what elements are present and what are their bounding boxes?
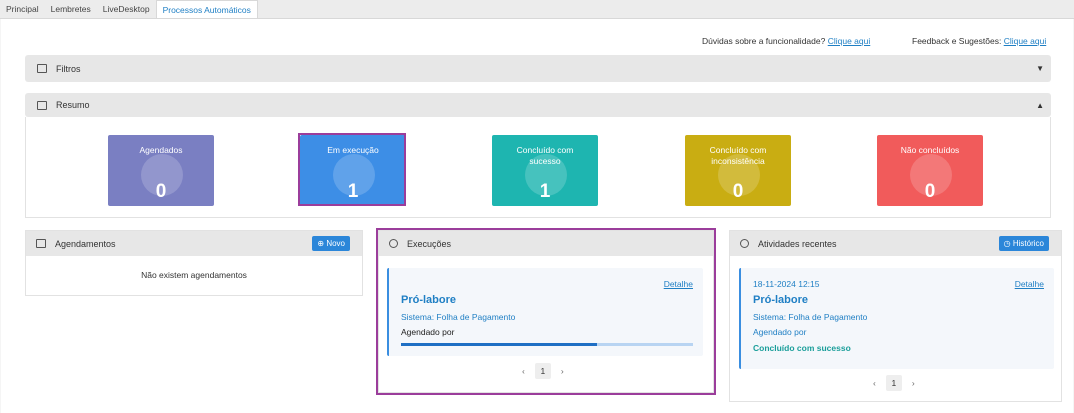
chevron-right-icon[interactable]: ›: [912, 378, 915, 388]
page-number[interactable]: 1: [885, 375, 902, 391]
stat-value: 0: [924, 181, 936, 202]
execucoes-pager: ‹ 1 ›: [522, 363, 564, 379]
filtros-title: Filtros: [56, 63, 81, 74]
feedback-link[interactable]: Clique aqui: [1004, 36, 1047, 46]
agendamentos-header: Agendamentos ⊕ Novo: [26, 231, 362, 256]
tab-processos-automaticos[interactable]: Processos Automáticos: [155, 0, 258, 18]
stat-agendados[interactable]: Agendados 0: [108, 135, 214, 206]
novo-label: Novo: [326, 239, 345, 248]
chevron-left-icon[interactable]: ‹: [873, 378, 876, 388]
empty-message: Não existem agendamentos: [141, 270, 247, 280]
item-scheduled: Agendado por: [401, 327, 455, 337]
item-status: Concluído com sucesso: [753, 343, 851, 353]
stat-label: Não concluídos: [900, 145, 960, 155]
stat-label: Em execução: [327, 145, 379, 155]
execucao-item: Detalhe Pró-labore Sistema: Folha de Pag…: [387, 268, 703, 356]
atividades-title: Atividades recentes: [758, 238, 837, 249]
tab-livedesktop[interactable]: LiveDesktop: [97, 0, 156, 18]
help-question-text: Dúvidas sobre a funcionalidade?: [702, 36, 826, 46]
historico-button[interactable]: ◷ Histórico: [998, 236, 1049, 251]
item-scheduled: Agendado por: [753, 327, 807, 337]
item-title: Pró-labore: [401, 294, 457, 306]
tab-principal[interactable]: Principal: [0, 0, 45, 18]
stat-value: 1: [539, 181, 551, 202]
detalhe-link[interactable]: Detalhe: [664, 279, 693, 289]
stat-nao-concluidos[interactable]: Não concluídos 0: [877, 135, 983, 206]
resumo-panel-header[interactable]: Resumo ▲: [25, 93, 1051, 117]
atividade-item: 18-11-2024 12:15 Detalhe Pró-labore Sist…: [739, 268, 1054, 369]
page-number[interactable]: 1: [534, 363, 551, 379]
item-system: Sistema: Folha de Pagamento: [401, 312, 516, 322]
clock-icon: [740, 239, 749, 248]
filter-icon: [37, 64, 47, 73]
novo-button[interactable]: ⊕ Novo: [312, 236, 350, 251]
feedback-text: Feedback e Sugestões:: [912, 36, 1002, 46]
item-system: Sistema: Folha de Pagamento: [753, 312, 868, 322]
summary-icon: [37, 100, 47, 110]
detalhe-link[interactable]: Detalhe: [1015, 279, 1044, 289]
filtros-panel-header[interactable]: Filtros ▼: [25, 55, 1051, 82]
stat-value: 0: [732, 181, 744, 202]
item-datetime: 18-11-2024 12:15: [753, 279, 820, 289]
stat-value: 0: [155, 181, 167, 202]
stat-value: 1: [347, 181, 359, 202]
stat-concluido-inconsistencia[interactable]: Concluído com inconsistência 0: [685, 135, 791, 206]
atividades-header: Atividades recentes ◷ Histórico: [730, 231, 1061, 256]
execucoes-title: Execuções: [407, 238, 452, 249]
agendamentos-title: Agendamentos: [55, 238, 116, 249]
execucoes-header: Execuções: [379, 231, 713, 256]
chevron-left-icon[interactable]: ‹: [522, 366, 525, 376]
caret-up-icon[interactable]: ▲: [1036, 101, 1044, 110]
tab-bar: Principal Lembretes LiveDesktop Processo…: [0, 0, 1074, 19]
stat-label: Concluído com sucesso: [516, 145, 574, 166]
calendar-icon: [36, 239, 46, 248]
progress-fill: [401, 343, 597, 346]
caret-down-icon[interactable]: ▼: [1036, 64, 1044, 73]
progress-track: [401, 343, 693, 346]
atividades-pager: ‹ 1 ›: [873, 375, 915, 391]
stat-label: Concluído com inconsistência: [709, 145, 767, 166]
stat-concluido-sucesso[interactable]: Concluído com sucesso 1: [492, 135, 598, 206]
play-circle-icon: [389, 239, 398, 248]
stat-em-execucao[interactable]: Em execução 1: [300, 135, 406, 206]
stat-label: Agendados: [139, 145, 183, 155]
item-title: Pró-labore: [753, 294, 809, 306]
resumo-title: Resumo: [56, 100, 90, 110]
help-question: Dúvidas sobre a funcionalidade? Clique a…: [702, 36, 870, 46]
help-question-link[interactable]: Clique aqui: [828, 36, 871, 46]
chevron-right-icon[interactable]: ›: [561, 366, 564, 376]
historico-label: Histórico: [1012, 239, 1044, 248]
agendamentos-card: Agendamentos ⊕ Novo Não existem agendame…: [25, 230, 363, 296]
tab-lembretes[interactable]: Lembretes: [45, 0, 97, 18]
help-feedback: Feedback e Sugestões: Clique aqui: [912, 36, 1046, 46]
